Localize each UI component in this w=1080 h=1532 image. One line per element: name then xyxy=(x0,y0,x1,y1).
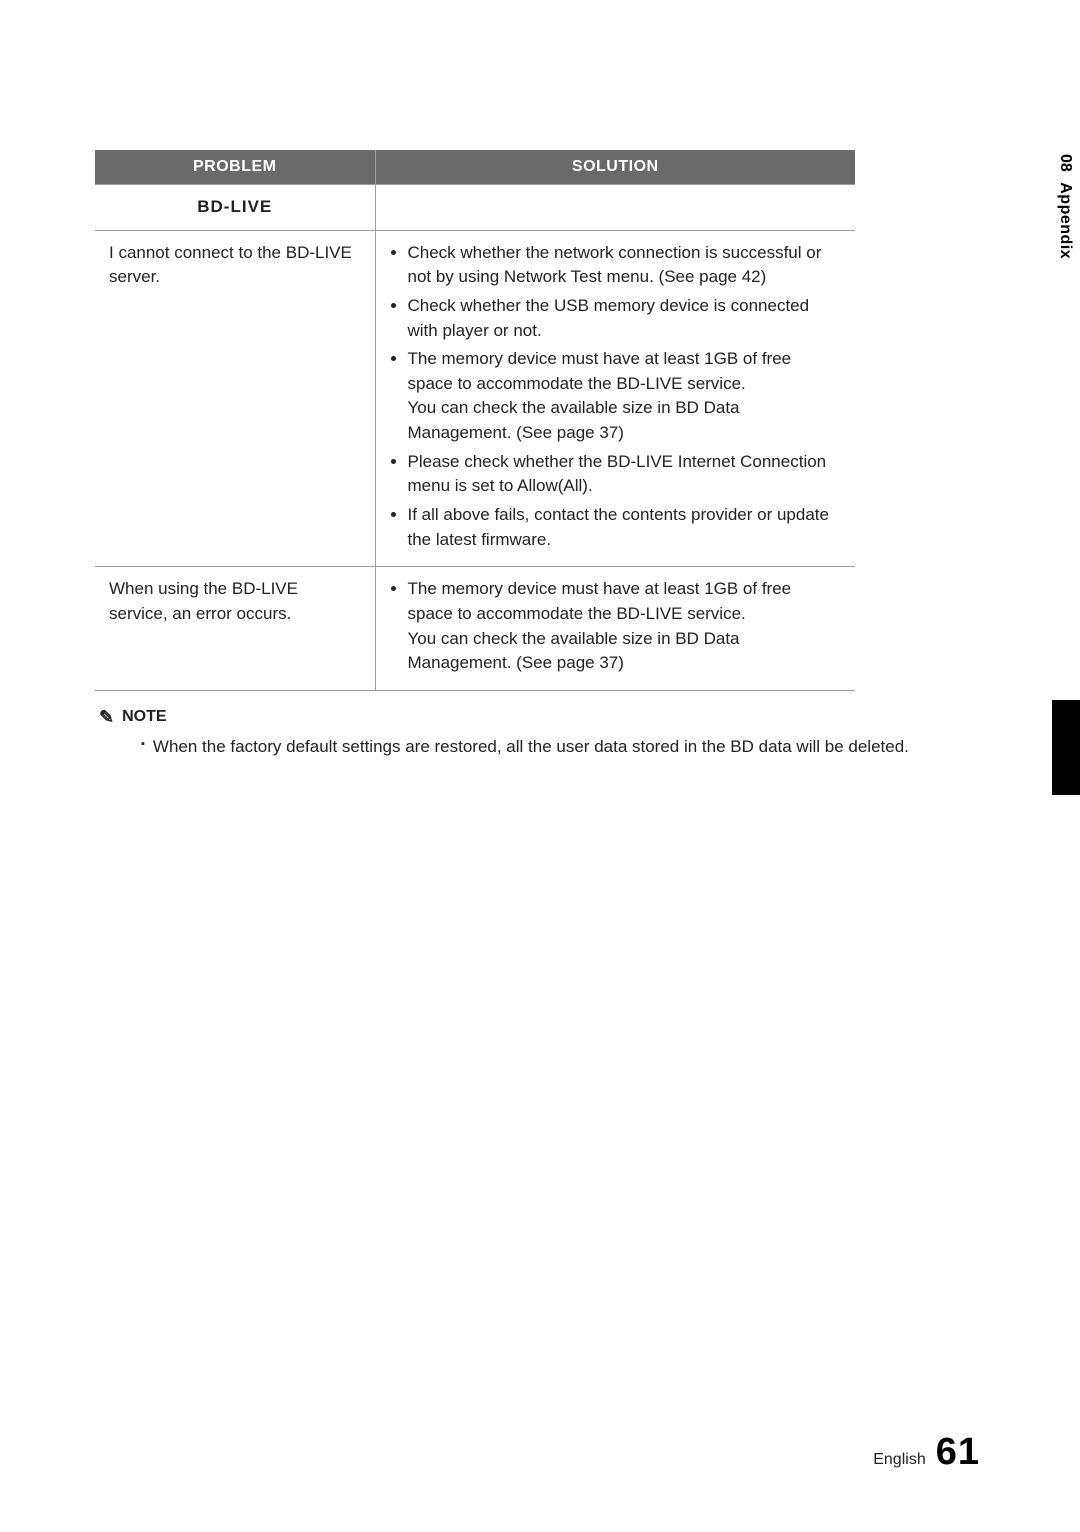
footer-language: English xyxy=(873,1451,925,1469)
col-header-solution: SOLUTION xyxy=(375,150,855,185)
side-tab: 08 Appendix xyxy=(1050,150,1080,263)
solution-item: The memory device must have at least 1GB… xyxy=(408,347,842,446)
col-header-problem: PROBLEM xyxy=(95,150,375,185)
note-label: NOTE xyxy=(122,708,166,726)
note-block: ✎ NOTE ▪ When the factory default settin… xyxy=(95,707,980,760)
problem-cell: When using the BD-LIVE service, an error… xyxy=(95,567,375,691)
solution-item: The memory device must have at least 1GB… xyxy=(408,577,842,676)
solution-cell: The memory device must have at least 1GB… xyxy=(375,567,855,691)
section-number: 08 xyxy=(1057,154,1074,172)
note-icon: ✎ xyxy=(99,707,114,728)
table-row: I cannot connect to the BD-LIVE server. … xyxy=(95,230,855,567)
side-thumb-marker xyxy=(1052,700,1080,795)
troubleshooting-table: PROBLEM SOLUTION BD-LIVE I cannot connec… xyxy=(95,150,855,691)
note-bullet-icon: ▪ xyxy=(141,734,145,760)
page-footer: English 61 xyxy=(873,1431,980,1474)
section-label: Appendix xyxy=(1057,182,1074,259)
solution-cell: Check whether the network connection is … xyxy=(375,230,855,567)
solution-item: If all above fails, contact the contents… xyxy=(408,503,842,552)
problem-cell: I cannot connect to the BD-LIVE server. xyxy=(95,230,375,567)
solution-item: Check whether the network connection is … xyxy=(408,241,842,290)
table-subhead: BD-LIVE xyxy=(95,185,375,231)
table-row: When using the BD-LIVE service, an error… xyxy=(95,567,855,691)
solution-item: Please check whether the BD-LIVE Interne… xyxy=(408,450,842,499)
note-text: When the factory default settings are re… xyxy=(153,734,909,760)
solution-item: Check whether the USB memory device is c… xyxy=(408,294,842,343)
table-empty-cell xyxy=(375,185,855,231)
footer-page-number: 61 xyxy=(936,1431,980,1474)
